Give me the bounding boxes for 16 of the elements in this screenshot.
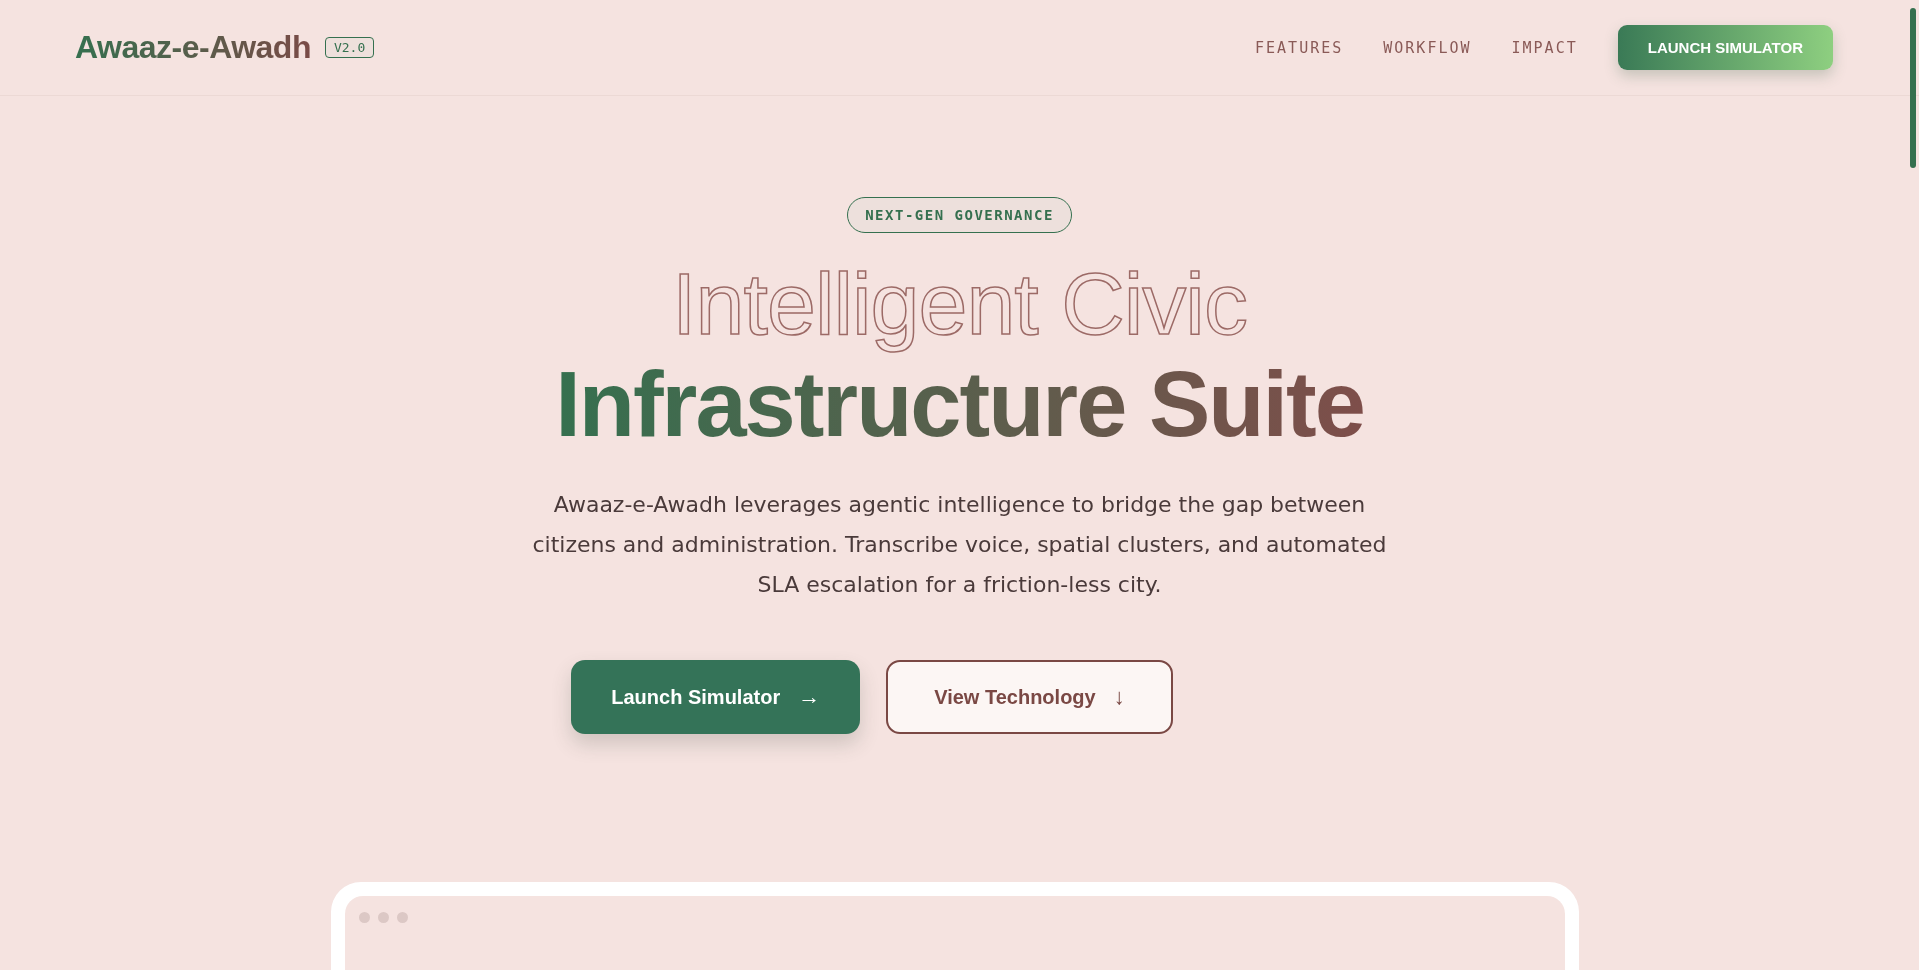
nav-link[interactable]: FEATURES <box>1255 38 1344 57</box>
nav-link[interactable]: IMPACT <box>1511 38 1578 57</box>
nav-link[interactable]: WORKFLOW <box>1383 38 1472 57</box>
hero-description: Awaaz-e-Awadh leverages agentic intelligence to bridge the gap between citizens and administration. Transcribe voice, spatial clusters, and automated SLA escalation for a friction-less city. <box>531 491 1388 599</box>
hero-button[interactable]: View Technology ↓ <box>886 660 1173 734</box>
launch-simulator-button[interactable]: LAUNCH SIMULATOR <box>1617 25 1833 70</box>
window-dot-icon <box>358 912 370 923</box>
scrollbar-thumb[interactable] <box>1910 8 1916 168</box>
hero-button[interactable]: Launch Simulator → <box>571 660 861 734</box>
right-arrow-icon: → <box>798 684 821 710</box>
down-arrow-icon: ↓ <box>1113 684 1125 710</box>
window-dot-icon <box>396 912 408 923</box>
tagline-badge: NEXT-GEN GOVERNANCE <box>847 197 1072 233</box>
version-badge: V2.0 <box>324 37 375 58</box>
window-dot-icon <box>377 912 389 923</box>
hero-title-outline: Intelligent Civic <box>672 255 1247 353</box>
